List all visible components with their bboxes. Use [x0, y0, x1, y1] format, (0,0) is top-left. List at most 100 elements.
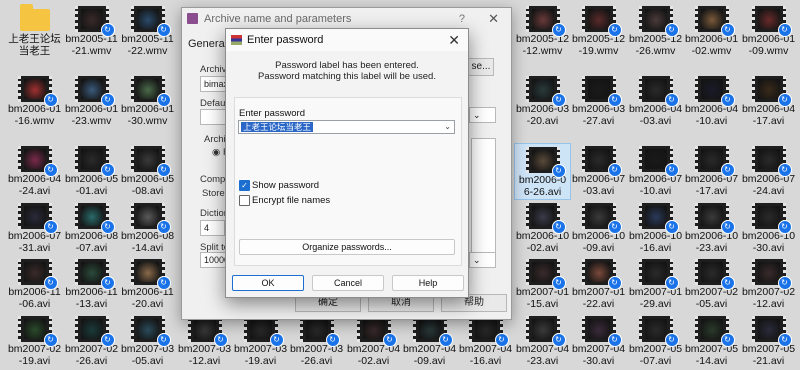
file-label: bm2005-11-22.wmv	[121, 33, 174, 57]
file-item[interactable]: ↻ bm2006-01-16.wmv	[6, 73, 63, 130]
video-thumbnail-icon: ↻	[751, 203, 792, 234]
file-item[interactable]: ↻ bm2006-01-02.wmv	[683, 3, 740, 60]
file-item[interactable]: ↻ bm2006-10-30.avi	[740, 200, 797, 257]
split-field[interactable]: 10000	[200, 252, 229, 268]
file-item[interactable]: ↻ bm2006-04-10.avi	[683, 73, 740, 130]
video-thumbnail-icon: ↻	[74, 146, 115, 177]
thumbnail-image	[757, 206, 780, 226]
winrar-icon	[187, 13, 198, 24]
split-unit-select[interactable]: ⌄	[469, 252, 496, 268]
file-item[interactable]: ↻ bm2007-04-02.avi	[345, 313, 402, 370]
file-item[interactable]: ↻ bm2007-02-19.avi	[6, 313, 63, 370]
thumbnail-image	[136, 79, 159, 99]
file-item[interactable]: ↻ bm2006-07-24.avi	[740, 143, 797, 200]
file-item[interactable]: ↻ bm2006-07-17.avi	[683, 143, 740, 200]
file-label: bm2006-01-30.wmv	[120, 103, 175, 127]
file-item[interactable]: ↻ bm2007-04-23.avi	[514, 313, 571, 370]
file-item[interactable]: ↻ bm2006-10-09.avi	[570, 200, 627, 257]
dictionary-field[interactable]: 4	[200, 220, 225, 236]
file-item[interactable]: ↻ bm2007-05-07.avi	[627, 313, 684, 370]
encrypt-names-checkbox[interactable]	[239, 195, 250, 206]
video-thumbnail-icon: ↻	[581, 203, 622, 234]
chevron-down-icon[interactable]: ⌄	[444, 121, 451, 133]
file-item[interactable]: ↻ bm2006-10-23.avi	[683, 200, 740, 257]
show-password-checkbox[interactable]: ✓	[239, 180, 250, 191]
sync-status-icon: ↻	[156, 333, 171, 347]
video-thumbnail-icon: ↻	[751, 316, 792, 347]
file-item[interactable]: ↻ bm2006-08-07.avi	[63, 200, 120, 257]
folder-item[interactable]: 上老王论坛当老王	[6, 3, 63, 60]
file-item[interactable]: ↻ bm2005-12-26.wmv	[627, 3, 684, 60]
file-label: bm2006-11-13.avi	[65, 286, 118, 310]
file-item[interactable]: ↻ bm2006-11-06.avi	[6, 256, 63, 313]
thumbnail-image	[587, 319, 610, 339]
file-item[interactable]: ↻ bm2007-04-09.avi	[401, 313, 458, 370]
sync-status-icon: ↻	[325, 333, 340, 347]
sync-status-icon: ↻	[551, 220, 566, 234]
file-item[interactable]: ↻ bm2005-11-22.wmv	[119, 3, 176, 60]
file-item[interactable]: ↻ bm2006-11-13.avi	[63, 256, 120, 313]
thumbnail-image	[80, 319, 103, 339]
file-item[interactable]: ↻ bm2007-03-19.avi	[232, 313, 289, 370]
file-item[interactable]: ↻ bm2007-01-22.avi	[570, 256, 627, 313]
file-item[interactable]: ↻ bm2007-03-26.avi	[288, 313, 345, 370]
thumbnail-image	[644, 206, 667, 226]
file-item[interactable]: ↻ bm2007-02-26.avi	[63, 313, 120, 370]
file-item[interactable]: ↻ bm2007-02-12.avi	[740, 256, 797, 313]
close-icon[interactable]: ✕	[488, 8, 499, 30]
file-item[interactable]: ↻ bm2006-05-08.avi	[119, 143, 176, 200]
file-label: bm2006-04-03.avi	[628, 103, 683, 127]
file-item[interactable]: ↻ bm2006-05-01.avi	[63, 143, 120, 200]
file-item[interactable]: ↻ bm2007-03-12.avi	[176, 313, 233, 370]
file-item[interactable]: ↻ bm2006-04-17.avi	[740, 73, 797, 130]
file-label: bm2006-03-20.avi	[515, 103, 570, 127]
file-item[interactable]: ↻ bm2006-04-03.avi	[627, 73, 684, 130]
password-combo[interactable]: 上老王论坛当老王 ⌄	[238, 120, 455, 134]
file-item[interactable]: ↻ bm2007-03-05.avi	[119, 313, 176, 370]
file-item[interactable]: ↻ bm2006-01-09.wmv	[740, 3, 797, 60]
file-item[interactable]: ↻ bm2006-06-26.avi	[514, 143, 571, 200]
file-label: bm2007-01-15.avi	[515, 286, 570, 310]
file-item[interactable]: ↻ bm2006-01-23.wmv	[63, 73, 120, 130]
compression-value[interactable]: Store	[202, 188, 225, 199]
file-item[interactable]: ↻ bm2006-03-20.avi	[514, 73, 571, 130]
organize-passwords-button[interactable]: Organize passwords...	[239, 239, 455, 255]
file-item[interactable]: ↻ bm2006-03-27.avi	[570, 73, 627, 130]
file-item[interactable]: ↻ bm2006-10-02.avi	[514, 200, 571, 257]
winrar-icon	[231, 35, 242, 45]
file-item[interactable]: ↻ bm2007-04-30.avi	[570, 313, 627, 370]
file-label: bm2007-01-22.avi	[571, 286, 626, 310]
file-label: bm2005-12-12.wmv	[515, 33, 570, 57]
file-label: bm2007-02-12.avi	[741, 286, 796, 310]
close-icon[interactable]: ✕	[448, 29, 460, 51]
file-item[interactable]: ↻ bm2006-07-10.avi	[627, 143, 684, 200]
file-item[interactable]: ↻ bm2007-02-05.avi	[683, 256, 740, 313]
file-item[interactable]: ↻ bm2006-10-16.avi	[627, 200, 684, 257]
sync-status-icon: ↻	[43, 333, 58, 347]
file-item[interactable]: ↻ bm2006-07-31.avi	[6, 200, 63, 257]
file-item[interactable]: ↻ bm2005-12-19.wmv	[570, 3, 627, 60]
file-item[interactable]: ↻ bm2007-01-15.avi	[514, 256, 571, 313]
file-label: bm2007-04-30.avi	[571, 343, 626, 367]
file-item[interactable]: ↻ bm2007-04-16.avi	[457, 313, 514, 370]
help-icon[interactable]: ?	[459, 8, 465, 30]
browse-button[interactable]: se...	[468, 58, 494, 76]
file-item[interactable]: ↻ bm2007-05-21.avi	[740, 313, 797, 370]
tab-general[interactable]: General	[188, 38, 227, 50]
file-item[interactable]: ↻ bm2007-05-14.avi	[683, 313, 740, 370]
file-item[interactable]: ↻ bm2005-11-21.wmv	[63, 3, 120, 60]
file-item[interactable]: ↻ bm2005-12-12.wmv	[514, 3, 571, 60]
file-item[interactable]: ↻ bm2006-11-20.avi	[119, 256, 176, 313]
thumbnail-image	[587, 206, 610, 226]
thumbnail-image	[23, 262, 46, 282]
file-item[interactable]: ↻ bm2006-01-30.wmv	[119, 73, 176, 130]
ok-button[interactable]: OK	[232, 275, 304, 291]
sync-status-icon: ↻	[269, 333, 284, 347]
update-mode-select[interactable]: ⌄	[469, 107, 496, 123]
file-item[interactable]: ↻ bm2006-08-14.avi	[119, 200, 176, 257]
file-item[interactable]: ↻ bm2007-01-29.avi	[627, 256, 684, 313]
cancel-button[interactable]: Cancel	[312, 275, 384, 291]
help-button[interactable]: Help	[392, 275, 464, 291]
file-item[interactable]: ↻ bm2006-07-03.avi	[570, 143, 627, 200]
file-item[interactable]: ↻ bm2006-04-24.avi	[6, 143, 63, 200]
